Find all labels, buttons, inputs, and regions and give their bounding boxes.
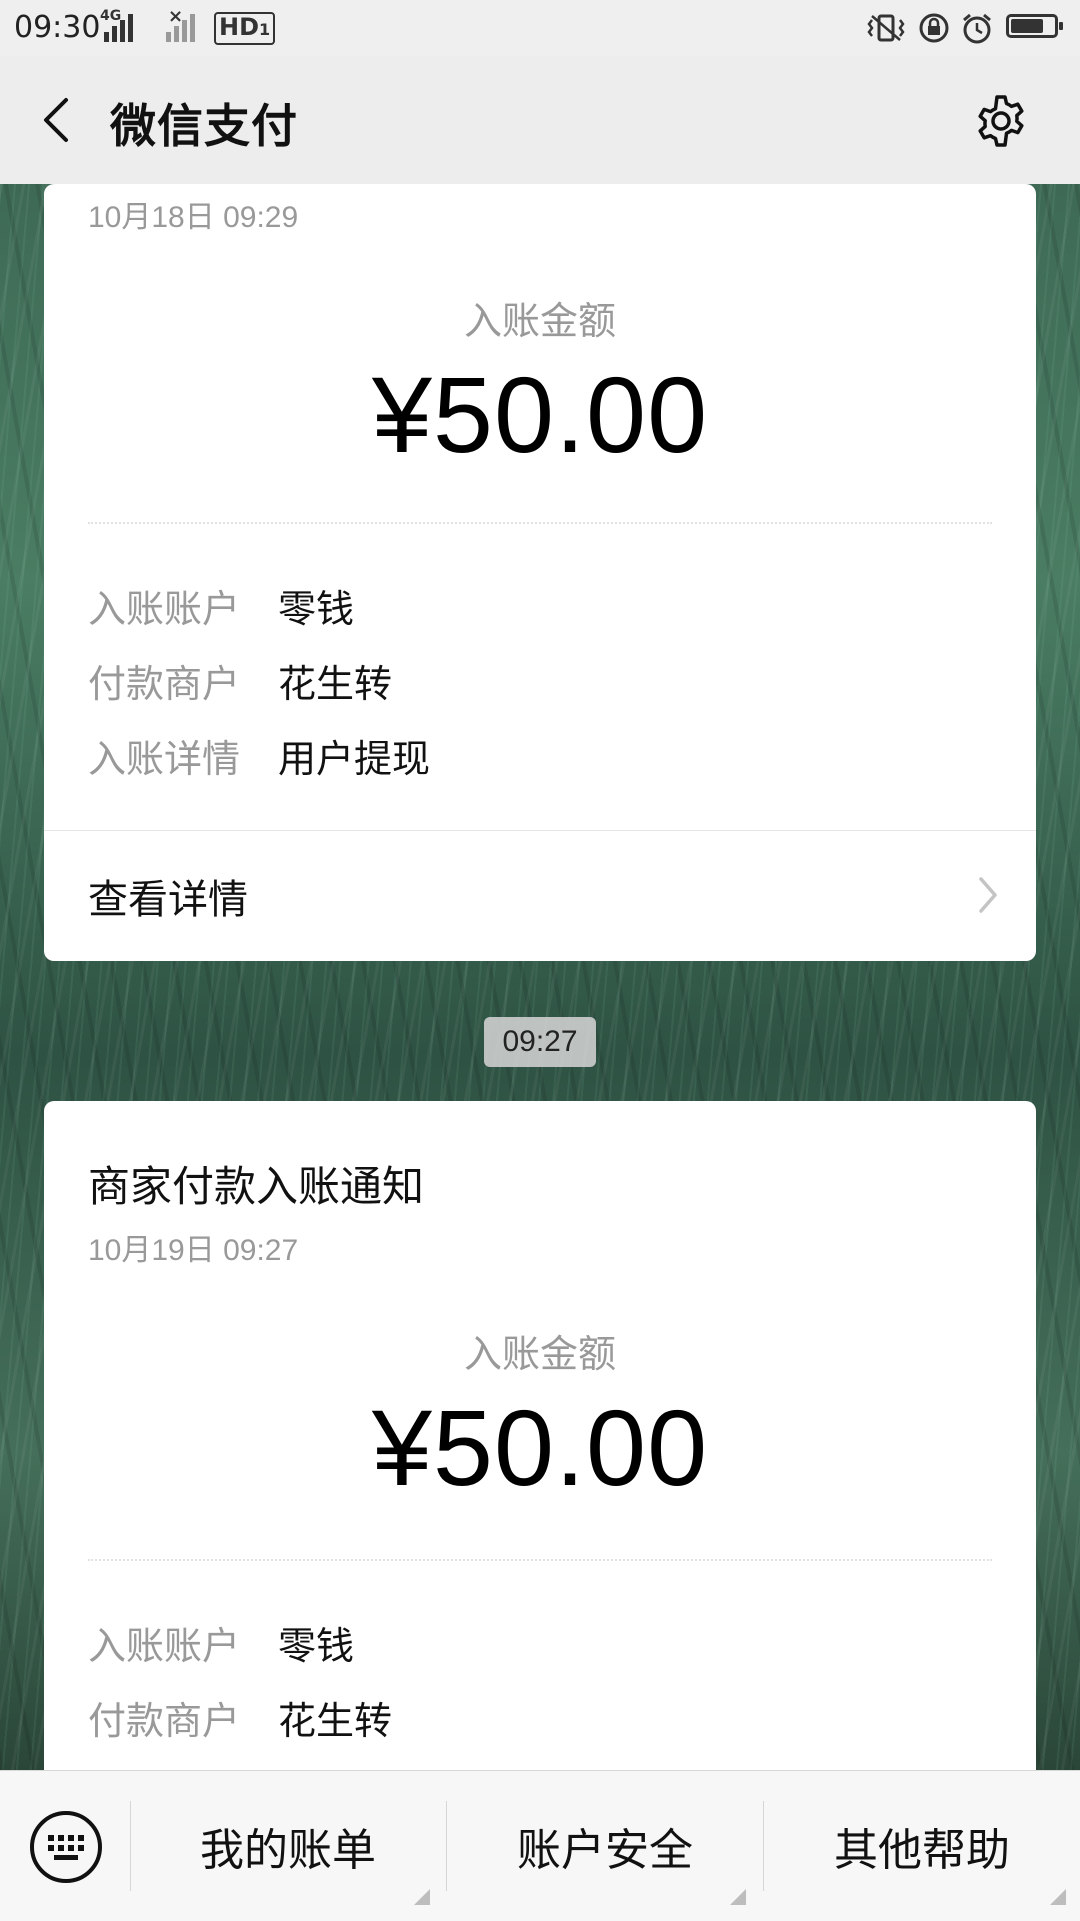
row-value: 用户提现: [278, 737, 431, 781]
payment-notification-card: 10月18日 09:29 入账金额 ¥50.00 入账账户 零钱 付款商户 花生…: [44, 184, 1036, 961]
card-date: 10月18日 09:29: [88, 201, 299, 234]
row-value: 花生转: [278, 662, 393, 706]
vibrate-icon: [867, 14, 905, 42]
menu-label: 我的账单: [200, 1825, 376, 1876]
row-key: 付款商户: [88, 1699, 241, 1743]
hd-label: HD: [219, 13, 260, 41]
detail-row: 入账账户 零钱: [88, 1615, 354, 1670]
menu-my-bills[interactable]: 我的账单: [131, 1771, 445, 1921]
amount-value: ¥50.00: [371, 354, 709, 475]
row-value: 零钱: [278, 1624, 355, 1668]
view-detail-label: 查看详情: [88, 877, 248, 923]
amount-label: 入账金额: [463, 299, 616, 343]
row-key: 入账账户: [88, 1624, 241, 1668]
page-title: 微信支付: [110, 99, 298, 153]
row-key: 付款商户: [88, 662, 241, 706]
signal-icon: [104, 10, 133, 42]
bottom-menu-bar: 我的账单 账户安全 其他帮助: [0, 1770, 1080, 1921]
row-key: 入账账户: [88, 587, 241, 631]
row-value: 零钱: [278, 587, 355, 631]
row-key: 入账详情: [88, 737, 241, 781]
submenu-indicator-icon: [414, 1889, 430, 1905]
payment-notification-card: 商家付款入账通知 10月19日 09:27 入账金额 ¥50.00 入账账户 零…: [44, 1101, 1036, 1801]
back-button[interactable]: [20, 84, 92, 156]
divider: [88, 522, 992, 524]
submenu-indicator-icon: [730, 1889, 746, 1905]
hd-icon: HD1: [214, 12, 276, 45]
menu-account-security[interactable]: 账户安全: [447, 1771, 763, 1921]
card-title: 商家付款入账通知: [88, 1162, 425, 1211]
amount-value: ¥50.00: [371, 1387, 709, 1508]
time-divider: 09:27: [484, 1017, 596, 1067]
detail-row: 付款商户 花生转: [88, 653, 392, 708]
chevron-left-icon: [44, 98, 68, 142]
chevron-right-icon: [979, 877, 997, 913]
status-bar: 09:30 4G × HD1: [0, 0, 1080, 56]
detail-row: 入账详情 用户提现: [88, 728, 430, 783]
alarm-icon: [963, 13, 991, 44]
divider: [88, 1559, 992, 1561]
detail-row: 付款商户 花生转: [88, 1690, 392, 1745]
submenu-indicator-icon: [1050, 1889, 1066, 1905]
menu-label: 其他帮助: [834, 1825, 1010, 1876]
battery-level: [1011, 19, 1043, 33]
menu-label: 账户安全: [517, 1825, 693, 1876]
keyboard-icon: [30, 1811, 102, 1883]
view-detail-link[interactable]: 查看详情: [44, 831, 1036, 961]
status-time: 09:30: [14, 10, 101, 45]
keyboard-toggle-button[interactable]: [28, 1809, 104, 1885]
row-value: 花生转: [278, 1699, 393, 1743]
gear-icon: [978, 95, 1024, 147]
lock-rotation-icon: [919, 13, 949, 43]
card-date: 10月19日 09:27: [88, 1234, 299, 1267]
title-bar: 微信支付: [0, 56, 1080, 184]
signal-2-icon: [166, 10, 195, 42]
menu-other-help[interactable]: 其他帮助: [764, 1771, 1080, 1921]
amount-label: 入账金额: [463, 1332, 616, 1376]
settings-button[interactable]: [966, 86, 1036, 156]
hd-sub-label: 1: [259, 20, 271, 39]
detail-row: 入账账户 零钱: [88, 578, 354, 633]
battery-icon: [1006, 14, 1063, 38]
